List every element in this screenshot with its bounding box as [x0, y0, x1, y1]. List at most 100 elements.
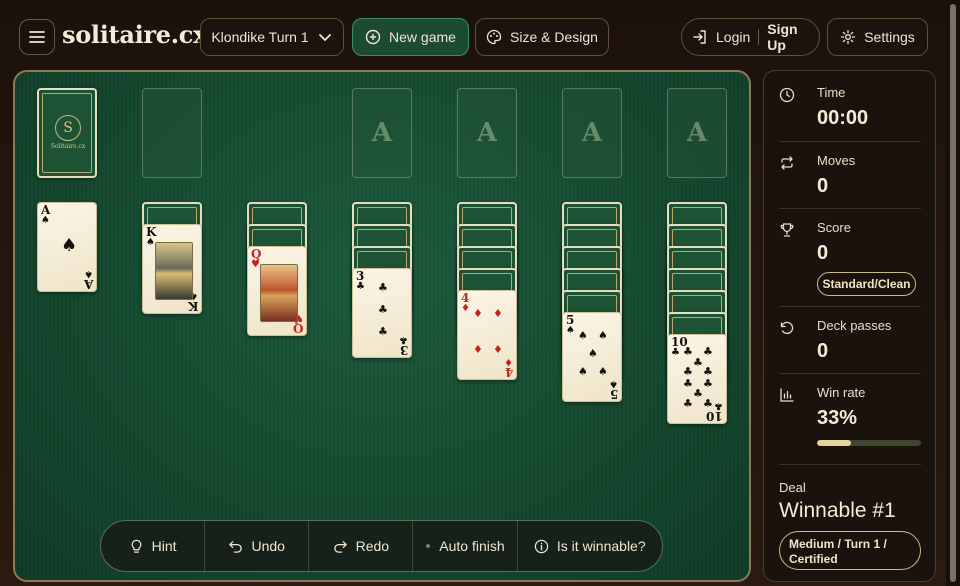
playing-card[interactable]: 4 ♦ 4 ♦ ♦ ♦ ♦ ♦ [457, 290, 517, 380]
winrate-value: 33% [817, 407, 858, 429]
top-bar: solitaire.cx Klondike Turn 1 New game Si… [0, 0, 960, 70]
card-pip: ♣ [703, 377, 713, 390]
undo-icon [229, 540, 243, 553]
card-pip: ♣ [693, 387, 703, 400]
hint-label: Hint [151, 538, 177, 554]
deal-badge-line1: Medium / Turn 1 / [789, 537, 887, 551]
face-card-art [155, 242, 193, 300]
score-label: Score [817, 220, 851, 235]
hint-button[interactable]: Hint [101, 521, 206, 571]
deal-title: Winnable #1 [779, 499, 896, 522]
card-suit-icon: ♣ [671, 347, 680, 358]
divider [779, 373, 921, 374]
gear-icon [841, 29, 856, 45]
card-pip: ♠ [598, 329, 608, 342]
card-suit-icon: ♠ [609, 378, 618, 389]
card-suit-icon: ♠ [566, 325, 575, 336]
card-rank: 4 [504, 365, 513, 379]
playing-card[interactable]: Q ♥ Q ♥ [247, 246, 307, 336]
card-pip: ♦ [473, 343, 483, 356]
hamburger-icon [29, 31, 45, 43]
trophy-icon [780, 223, 794, 237]
repeat-icon [781, 156, 793, 170]
settings-button[interactable]: Settings [827, 18, 928, 56]
foundation-4[interactable]: A [667, 88, 727, 178]
size-design-button[interactable]: Size & Design [475, 18, 609, 56]
moves-value: 0 [817, 175, 829, 197]
deal-label: Deal [779, 480, 806, 495]
stat-time: Time 00:00 [779, 85, 922, 135]
auto-finish-button[interactable]: Auto finish [413, 521, 518, 571]
variant-select[interactable]: Klondike Turn 1 [200, 18, 344, 56]
undo-label: Undo [251, 538, 285, 554]
card-pip: ♣ [683, 345, 693, 358]
divider [779, 306, 921, 307]
scrollbar-thumb[interactable] [950, 4, 956, 582]
playing-card[interactable]: 5 ♠ 5 ♠ ♠ ♠ ♠ ♠ ♠ [562, 312, 622, 402]
divider [779, 208, 921, 209]
brand-logo[interactable]: solitaire.cx [62, 20, 207, 49]
auto-finish-label: Auto finish [439, 538, 505, 554]
signup-button[interactable]: Sign Up [759, 21, 809, 53]
card-rank: 3 [399, 343, 408, 357]
undo-button[interactable]: Undo [205, 521, 310, 571]
passes-value: 0 [817, 340, 829, 362]
is-winnable-button[interactable]: Is it winnable? [518, 521, 662, 571]
redo-label: Redo [355, 538, 390, 554]
plus-circle-icon [365, 29, 381, 45]
playing-card[interactable]: K ♠ K ♠ [142, 224, 202, 314]
is-winnable-label: Is it winnable? [556, 538, 646, 554]
card-suit-icon: ♣ [356, 281, 365, 292]
page-scrollbar[interactable] [946, 0, 960, 586]
deal-badge-line2: Certified [789, 552, 838, 566]
card-pip: ♣ [683, 365, 693, 378]
winrate-progress [817, 440, 921, 446]
stat-win-rate: Win rate 33% [779, 385, 922, 435]
stock-pile[interactable]: S Solitaire.cx [37, 88, 97, 178]
time-value: 00:00 [817, 107, 869, 129]
playing-card[interactable]: A ♠ A ♠ ♠ [37, 202, 97, 292]
card-suit-icon: ♠ [41, 215, 50, 226]
score-value: 0 [817, 242, 829, 264]
login-button[interactable]: Login [692, 29, 760, 45]
foundation-1[interactable]: A [352, 88, 412, 178]
new-game-button[interactable]: New game [352, 18, 469, 56]
card-suit-icon: ♠ [84, 268, 93, 279]
redo-button[interactable]: Redo [309, 521, 414, 571]
foundation-letter: A [581, 118, 603, 148]
clock-icon [779, 87, 795, 103]
card-rank: 10 [706, 409, 723, 423]
card-pip: ♣ [703, 365, 713, 378]
card-pip: ♣ [683, 377, 693, 390]
dot-icon [426, 544, 431, 548]
foundation-3[interactable]: A [562, 88, 622, 178]
card-pip: ♣ [703, 397, 713, 410]
deal-difficulty-badge[interactable]: Medium / Turn 1 / Certified [779, 531, 921, 570]
stat-score: Score 0 [779, 220, 922, 270]
face-card-art [260, 264, 298, 322]
foundation-letter: A [476, 118, 498, 148]
menu-button[interactable] [19, 19, 55, 55]
game-toolbar: Hint Undo Redo Auto finish Is it winnabl… [100, 520, 663, 572]
login-label: Login [716, 29, 751, 45]
auth-group: Login Sign Up [681, 18, 820, 56]
card-pip: ♠ [588, 347, 598, 360]
card-pip: ♣ [683, 397, 693, 410]
playing-card[interactable]: 3 ♣ 3 ♣ ♣ ♣ ♣ [352, 268, 412, 358]
card-pip: ♠ [598, 365, 608, 378]
waste-pile[interactable] [142, 88, 202, 178]
card-pip: ♠ [578, 365, 588, 378]
time-label: Time [817, 85, 846, 100]
card-pip: ♦ [493, 343, 503, 356]
score-mode-badge[interactable]: Standard/Clean [817, 272, 916, 296]
stock-emblem: S [55, 115, 81, 141]
card-suit-icon: ♠ [146, 237, 155, 248]
card-suit-icon: ♦ [461, 303, 470, 314]
playing-card[interactable]: 10 ♣ 10 ♣ ♣ ♣ ♣ ♣ ♣ ♣ ♣ ♣ ♣ ♣ [667, 334, 727, 424]
card-suit-icon: ♥ [251, 259, 260, 270]
new-game-label: New game [389, 29, 456, 45]
card-pip: ♦ [473, 307, 483, 320]
foundation-2[interactable]: A [457, 88, 517, 178]
divider [779, 141, 921, 142]
stat-moves: Moves 0 [779, 153, 922, 203]
